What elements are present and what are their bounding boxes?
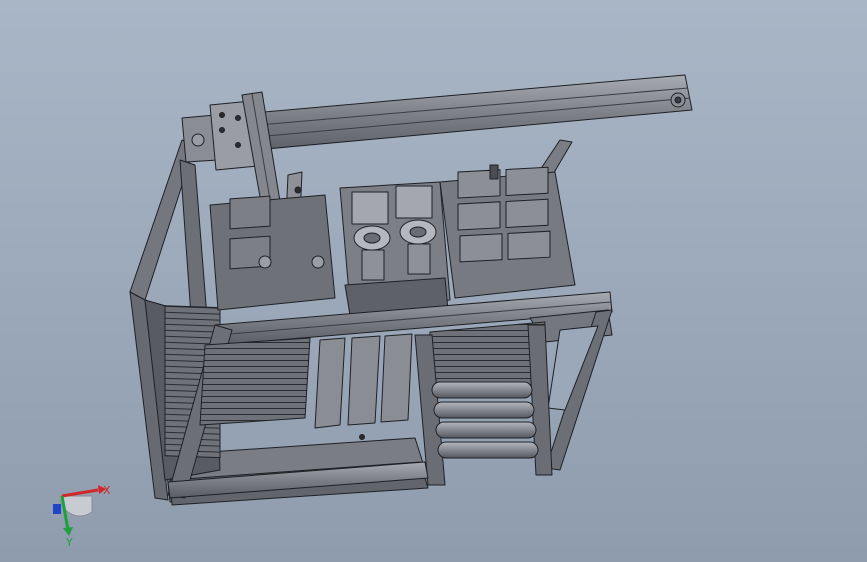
left-frame-inner-post bbox=[179, 159, 209, 331]
roller-3 bbox=[435, 421, 537, 439]
y-axis-arrowhead-icon bbox=[63, 527, 73, 536]
axis-triad: X Y bbox=[53, 484, 111, 548]
tray-cell-3 bbox=[457, 201, 501, 231]
center-slide-mid bbox=[347, 335, 381, 426]
tray-cell-4 bbox=[505, 198, 549, 228]
press-head-left bbox=[351, 191, 389, 225]
x-axis-arrow bbox=[61, 488, 99, 498]
tray-cell-6 bbox=[507, 230, 551, 260]
center-slide-right bbox=[380, 333, 413, 423]
left-tray-bay bbox=[209, 194, 336, 311]
3d-viewport[interactable] bbox=[0, 0, 867, 562]
roller-4 bbox=[437, 441, 539, 459]
z-axis-marker-icon bbox=[53, 504, 61, 514]
roller-1 bbox=[431, 381, 533, 399]
center-slide-left bbox=[314, 337, 346, 429]
tray-cell-2 bbox=[505, 166, 549, 196]
tray-cell-5 bbox=[459, 233, 503, 263]
press-head-right bbox=[395, 185, 433, 219]
x-axis-label: X bbox=[103, 484, 111, 497]
roller-2 bbox=[433, 401, 535, 419]
y-axis-label: Y bbox=[65, 536, 73, 548]
lower-finned-block bbox=[199, 337, 311, 426]
machine-assembly[interactable] bbox=[129, 74, 693, 506]
